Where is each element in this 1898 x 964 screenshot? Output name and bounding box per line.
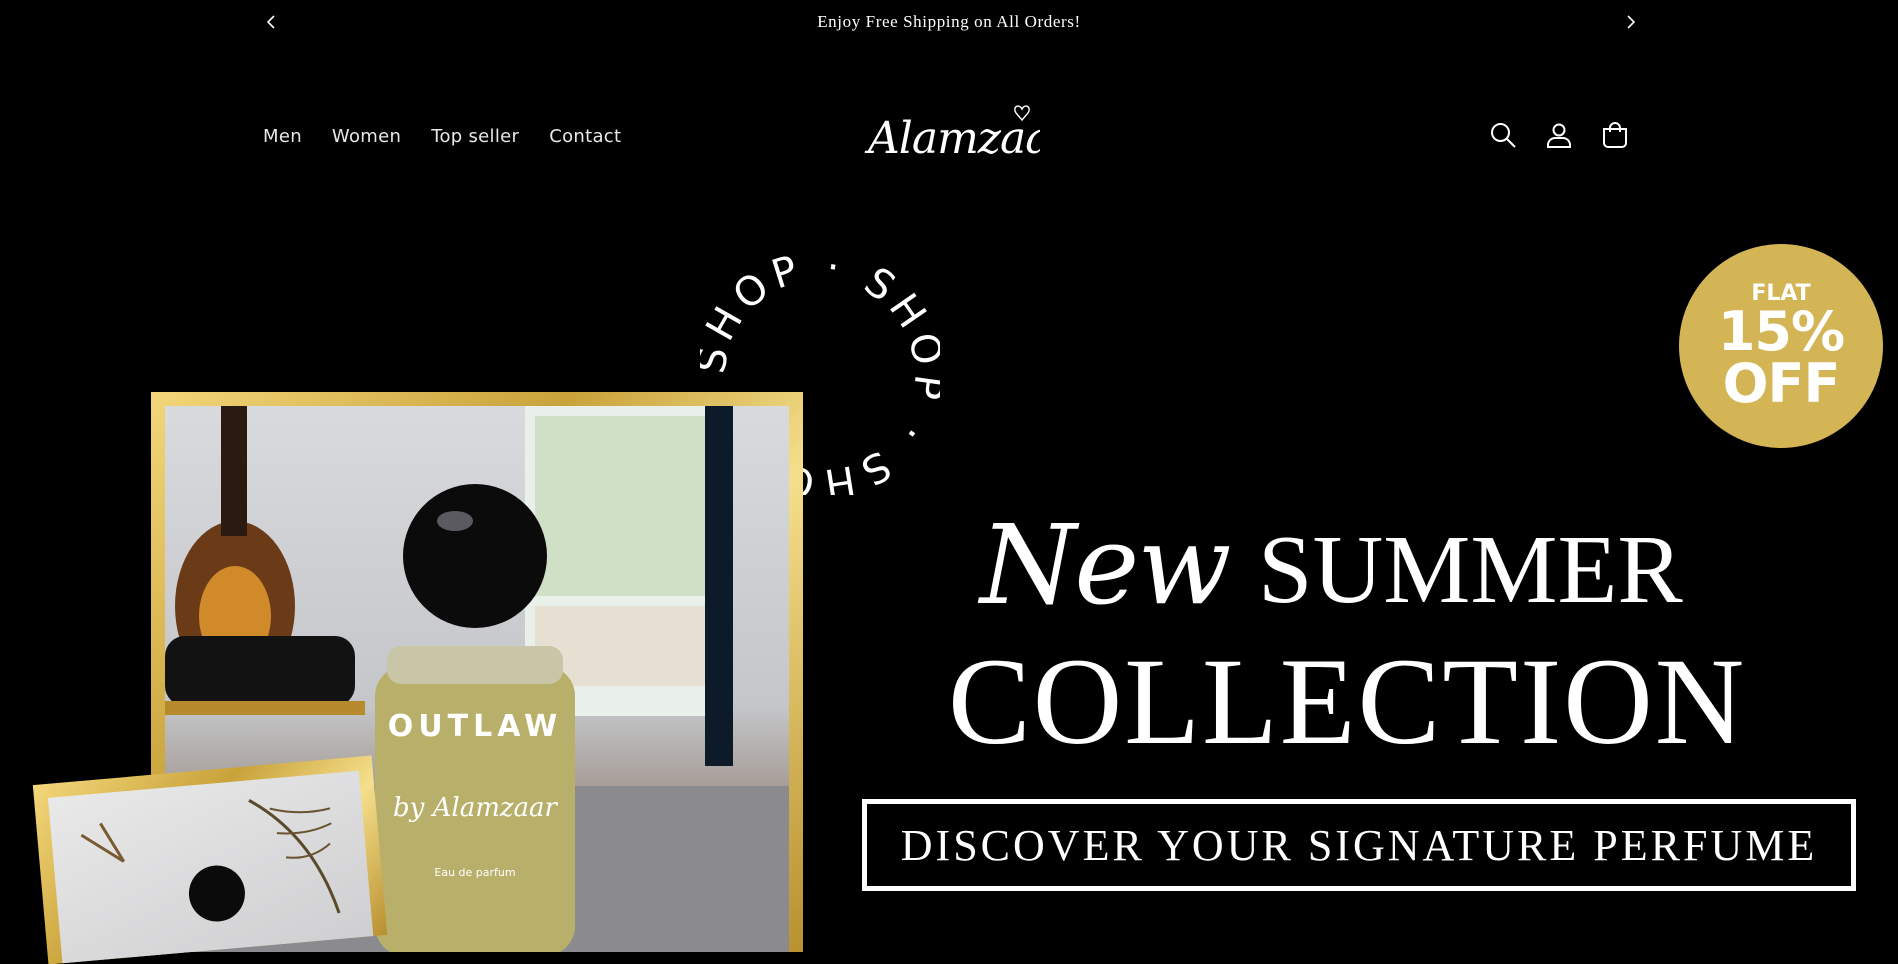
nav-item-contact[interactable]: Contact <box>549 126 621 147</box>
nav-item-men[interactable]: Men <box>263 126 302 147</box>
account-icon[interactable] <box>1544 120 1574 150</box>
cart-icon[interactable] <box>1600 120 1630 150</box>
chevron-right-icon[interactable] <box>1620 12 1640 32</box>
header-icons <box>1488 120 1630 150</box>
headline-collection: COLLECTION <box>948 633 1747 770</box>
nav-item-women[interactable]: Women <box>332 126 401 147</box>
secondary-image-frame <box>32 755 388 964</box>
search-icon[interactable] <box>1488 120 1518 150</box>
bottle-small: Eau de parfum <box>434 866 515 879</box>
site-logo[interactable]: Alamzaar <box>860 95 1075 175</box>
headline-summer: SUMMER <box>1258 516 1683 624</box>
badge-line3: OFF <box>1722 352 1841 415</box>
bottle-sub: by Alamzaar <box>393 793 559 823</box>
announcement-text: Enjoy Free Shipping on All Orders! <box>817 12 1081 31</box>
announcement-bar: Enjoy Free Shipping on All Orders! <box>0 0 1898 44</box>
main-nav: Men Women Top seller Contact <box>263 126 621 147</box>
site-header: Men Women Top seller Contact Alamzaar <box>0 60 1898 210</box>
nav-item-top-seller[interactable]: Top seller <box>431 126 519 147</box>
headline-script: New <box>980 501 1232 629</box>
discover-cta-button[interactable]: DISCOVER YOUR SIGNATURE PERFUME <box>862 799 1856 891</box>
bottle-label: OUTLAW <box>388 709 562 744</box>
discount-badge[interactable]: FLAT 15% OFF <box>1679 244 1883 448</box>
logo-wordmark: Alamzaar <box>864 113 1040 164</box>
secondary-photo[interactable] <box>47 770 374 964</box>
badge-line2: 15% <box>1717 300 1845 363</box>
